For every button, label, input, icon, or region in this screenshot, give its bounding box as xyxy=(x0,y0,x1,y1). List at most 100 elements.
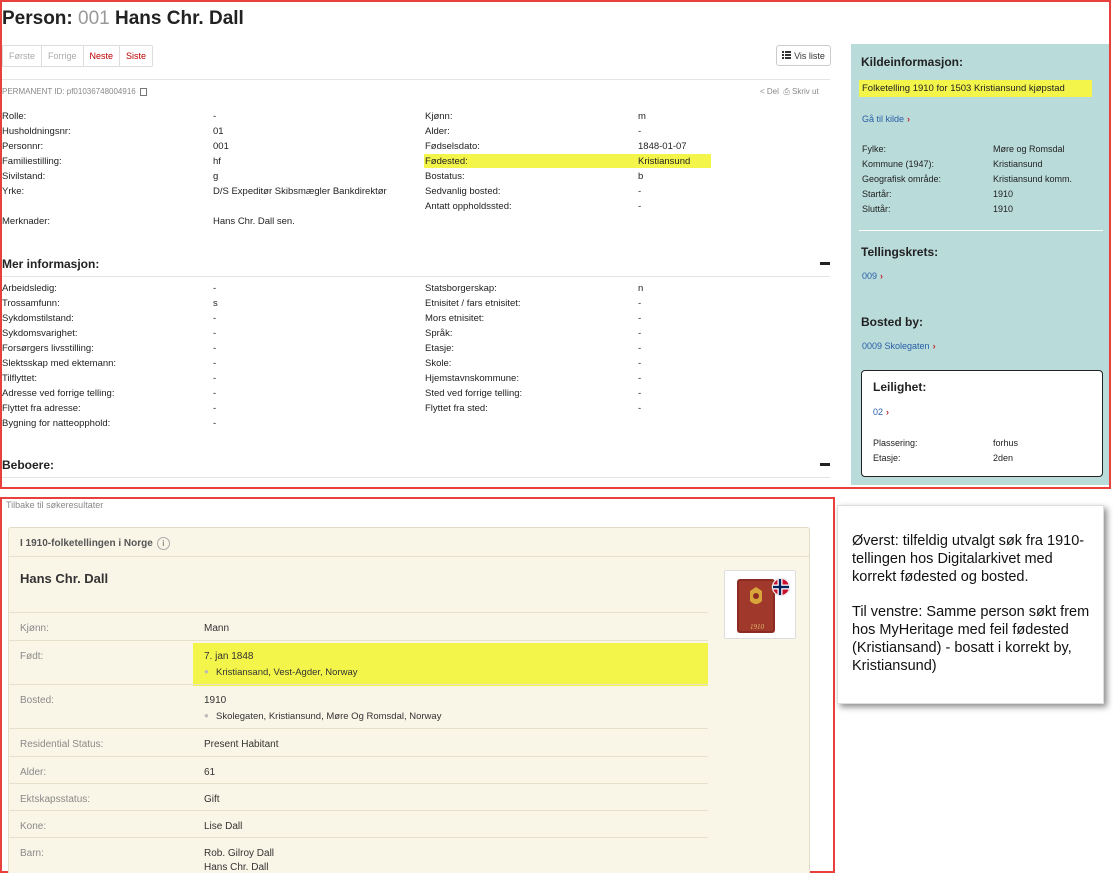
bosted-by-link[interactable]: 0009 Skolegaten › xyxy=(862,341,936,351)
collapse-toggle-beboere[interactable] xyxy=(820,463,830,466)
share-tools: < Del ⎙ Skriv ut xyxy=(760,87,819,97)
location-pin-icon: ● xyxy=(204,711,209,720)
first-button[interactable]: Første xyxy=(3,46,42,66)
field-label: Flyttet fra sted: xyxy=(425,403,488,414)
divider xyxy=(2,276,830,277)
record-field-value: Mann xyxy=(204,623,230,634)
field-label: Adresse ved forrige telling: xyxy=(2,388,115,399)
record-field-place: Kristiansand, Vest-Agder, Norway xyxy=(216,667,358,678)
field-label: Etasje: xyxy=(425,343,455,354)
collapse-toggle-mer-info[interactable] xyxy=(820,262,830,265)
pager: Første Forrige Neste Siste xyxy=(2,45,154,67)
info-icon[interactable]: i xyxy=(156,537,170,550)
prev-button[interactable]: Forrige xyxy=(42,46,84,66)
record-field-place: Skolegaten, Kristiansund, Møre Og Romsda… xyxy=(216,711,442,722)
record-field-value: 7. jan 1848 xyxy=(204,651,254,662)
source-field-label: Fylke: xyxy=(862,144,887,154)
record-field-label: Bosted: xyxy=(20,695,54,706)
tellingskrets-link[interactable]: 009 › xyxy=(862,271,883,281)
page-title: Person: 001 Hans Chr. Dall xyxy=(2,8,244,30)
record-field-value: Lise Dall xyxy=(204,821,243,832)
record-field-label: Residential Status: xyxy=(20,739,104,750)
chevron-right-icon: › xyxy=(880,271,884,281)
share-icon[interactable]: < xyxy=(760,87,765,96)
field-value: - xyxy=(213,343,217,354)
permanent-id-text: PERMANENT ID: pf01036748004916 xyxy=(2,87,136,96)
field-label: Tilflyttet: xyxy=(2,373,38,384)
field-label: Sedvanlig bosted: xyxy=(425,186,501,197)
source-field-label: Geografisk område: xyxy=(862,174,942,184)
last-button[interactable]: Siste xyxy=(120,46,152,66)
fodt-highlight xyxy=(193,643,708,686)
field-value: - xyxy=(213,373,217,384)
field-label: Husholdningsnr: xyxy=(2,126,71,137)
print-link[interactable]: Skriv ut xyxy=(792,87,819,96)
field-value: - xyxy=(213,313,217,324)
record-field-value: Present Habitant xyxy=(204,739,279,750)
field-value: g xyxy=(213,171,219,182)
leilighet-field-label: Etasje: xyxy=(873,453,901,463)
field-value: - xyxy=(213,388,217,399)
record-field-value: Hans Chr. Dall xyxy=(204,862,269,873)
leilighet-field-label: Plassering: xyxy=(873,438,918,448)
record-field-value: Gift xyxy=(204,794,220,805)
kilde-heading: Kildeinformasjon: xyxy=(861,55,964,69)
location-pin-icon: ● xyxy=(204,667,209,676)
field-value: 001 xyxy=(213,141,229,152)
field-value: - xyxy=(638,313,642,324)
print-icon[interactable]: ⎙ xyxy=(783,87,789,96)
record-field-label: Alder: xyxy=(20,767,47,778)
chevron-right-icon: › xyxy=(907,114,911,124)
record-field-label: Kone: xyxy=(20,821,47,832)
field-label: Mors etnisitet: xyxy=(425,313,485,324)
back-to-results-link[interactable]: Tilbake til søkeresultater xyxy=(6,500,103,510)
person-number: 001 xyxy=(78,8,110,29)
next-button[interactable]: Neste xyxy=(84,46,121,66)
field-value: 1848-01-07 xyxy=(638,141,687,152)
tellingskrets-label: 009 xyxy=(862,271,878,281)
row-divider xyxy=(8,612,708,613)
field-value: n xyxy=(638,283,644,294)
leilighet-heading: Leilighet: xyxy=(873,380,927,394)
annotation-note: Øverst: tilfeldig utvalgt søk fra 1910-t… xyxy=(837,505,1104,704)
source-field-label: Kommune (1947): xyxy=(862,159,935,169)
record-field-value: 1910 xyxy=(204,695,227,706)
leilighet-link[interactable]: 02 › xyxy=(873,407,889,417)
row-divider xyxy=(8,684,708,685)
field-label: Etnisitet / fars etnisitet: xyxy=(425,298,521,309)
copy-icon[interactable] xyxy=(139,87,147,96)
leilighet-label: 02 xyxy=(873,407,884,417)
field-label: Flyttet fra adresse: xyxy=(2,403,81,414)
source-field-value: Møre og Romsdal xyxy=(993,144,1065,154)
source-field-value: 1910 xyxy=(993,204,1014,214)
divider xyxy=(2,79,830,80)
field-value: - xyxy=(638,298,642,309)
note-paragraph-1: Øverst: tilfeldig utvalgt søk fra 1910-t… xyxy=(852,533,1085,585)
source-field-label: Startår: xyxy=(862,189,892,199)
permanent-id: PERMANENT ID: pf01036748004916 xyxy=(2,87,147,96)
field-label: Sted ved forrige telling: xyxy=(425,388,523,399)
vis-liste-button[interactable]: Vis liste xyxy=(776,45,831,66)
chevron-right-icon: › xyxy=(886,407,890,417)
field-value: - xyxy=(638,201,642,212)
row-divider xyxy=(8,728,708,729)
divider xyxy=(859,230,1103,231)
field-value: - xyxy=(213,358,217,369)
row-divider xyxy=(8,640,708,641)
divider xyxy=(9,556,809,557)
field-value: 01 xyxy=(213,126,224,137)
field-label: Skole: xyxy=(425,358,452,369)
share-link[interactable]: Del xyxy=(767,87,779,96)
field-value: - xyxy=(638,403,642,414)
bosted-by-heading: Bosted by: xyxy=(861,315,924,329)
ga-til-kilde-link[interactable]: Gå til kilde › xyxy=(862,114,910,124)
field-value: - xyxy=(638,186,642,197)
field-value: m xyxy=(638,111,646,122)
chevron-right-icon: › xyxy=(932,341,936,351)
field-value: - xyxy=(638,388,642,399)
field-value: Hans Chr. Dall sen. xyxy=(213,216,295,227)
list-icon xyxy=(782,50,792,61)
field-label: Alder: xyxy=(425,126,450,137)
field-label: Yrke: xyxy=(2,186,25,197)
collection-thumbnail[interactable]: 1910 xyxy=(724,570,796,639)
